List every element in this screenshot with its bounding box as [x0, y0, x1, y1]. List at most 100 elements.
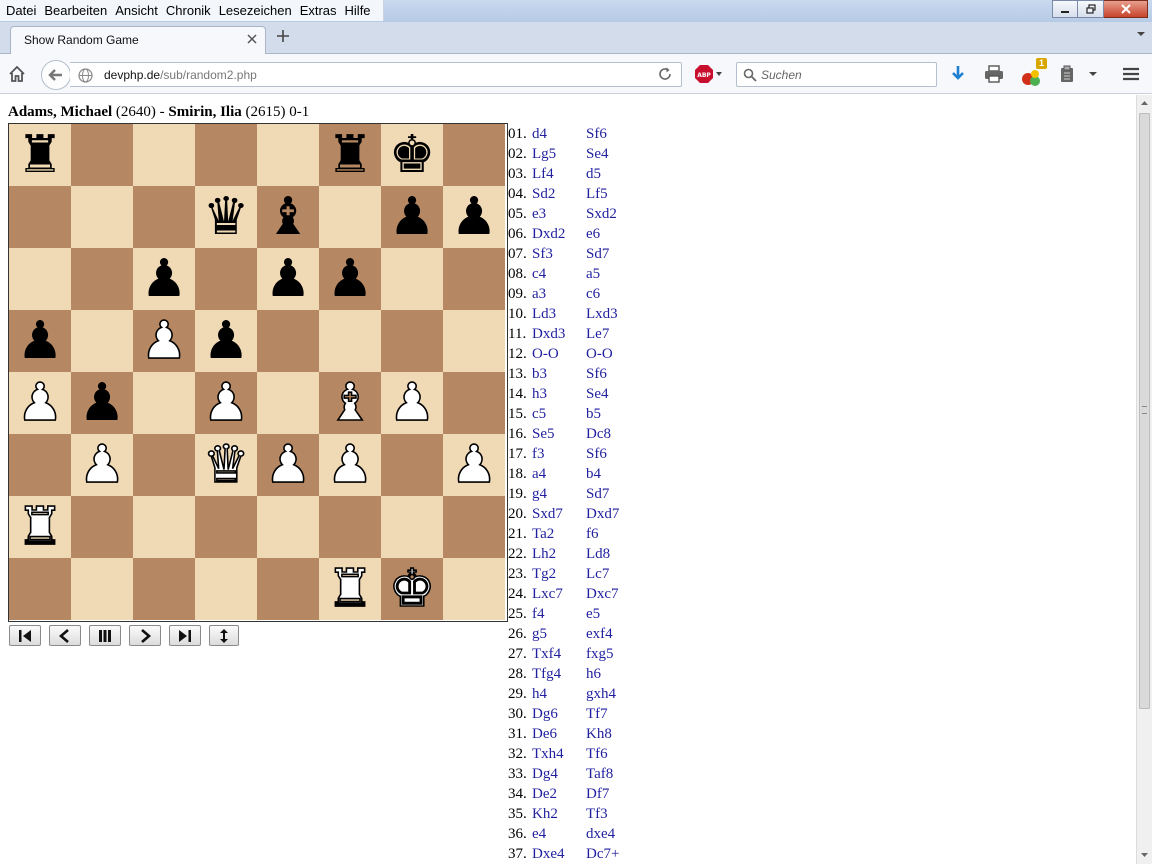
menu-chronik[interactable]: Chronik — [164, 1, 217, 21]
white-move-link[interactable]: g4 — [532, 484, 547, 504]
download-icon[interactable] — [947, 63, 969, 85]
white-move-link[interactable]: Sd2 — [532, 184, 555, 204]
scroll-thumb[interactable] — [1139, 113, 1150, 709]
black-move-link[interactable]: Sxd2 — [586, 204, 617, 224]
black-move-link[interactable]: b4 — [586, 464, 601, 484]
previous-move-button[interactable] — [49, 625, 81, 646]
white-move-link[interactable]: Dxd2 — [532, 224, 565, 244]
white-move-link[interactable]: Txf4 — [532, 644, 561, 664]
white-move-link[interactable]: e3 — [532, 204, 546, 224]
black-move-link[interactable]: Dc7+ — [586, 844, 619, 864]
white-move-link[interactable]: Lh2 — [532, 544, 556, 564]
white-move-link[interactable]: c4 — [532, 264, 546, 284]
white-move-link[interactable]: a4 — [532, 464, 546, 484]
black-move-link[interactable]: exf4 — [586, 624, 613, 644]
white-move-link[interactable]: a3 — [532, 284, 546, 304]
menu-datei[interactable]: Datei — [4, 1, 42, 21]
home-icon[interactable] — [6, 63, 28, 85]
black-move-link[interactable]: Kh8 — [586, 724, 612, 744]
white-move-link[interactable]: Se5 — [532, 424, 555, 444]
menu-extras[interactable]: Extras — [298, 1, 343, 21]
white-move-link[interactable]: Sf3 — [532, 244, 553, 264]
black-move-link[interactable]: Lf5 — [586, 184, 608, 204]
black-move-link[interactable]: e5 — [586, 604, 600, 624]
black-move-link[interactable]: Sf6 — [586, 124, 607, 144]
next-move-button[interactable] — [129, 625, 161, 646]
adblock-plus-icon[interactable]: ABP — [694, 63, 724, 85]
scroll-down-icon[interactable] — [1140, 851, 1149, 860]
black-move-link[interactable]: b5 — [586, 404, 601, 424]
tab-show-random-game[interactable]: Show Random Game — [10, 26, 266, 54]
black-move-link[interactable]: Sf6 — [586, 364, 607, 384]
black-move-link[interactable]: O-O — [586, 344, 613, 364]
back-arrow-icon[interactable] — [41, 60, 71, 90]
white-move-link[interactable]: De6 — [532, 724, 557, 744]
minimize-button[interactable] — [1052, 0, 1078, 18]
white-move-link[interactable]: Tfg4 — [532, 664, 561, 684]
black-move-link[interactable]: Tf6 — [586, 744, 608, 764]
hamburger-menu-icon[interactable] — [1120, 63, 1142, 85]
white-move-link[interactable]: Ld3 — [532, 304, 556, 324]
black-move-link[interactable]: Lc7 — [586, 564, 609, 584]
white-move-link[interactable]: O-O — [532, 344, 559, 364]
black-move-link[interactable]: Sd7 — [586, 484, 609, 504]
white-move-link[interactable]: Lg5 — [532, 144, 556, 164]
first-move-button[interactable] — [9, 625, 41, 646]
black-move-link[interactable]: c6 — [586, 284, 600, 304]
restore-button[interactable] — [1078, 0, 1104, 18]
white-move-link[interactable]: g5 — [532, 624, 547, 644]
menu-ansicht[interactable]: Ansicht — [113, 1, 164, 21]
last-move-button[interactable] — [169, 625, 201, 646]
black-move-link[interactable]: Taf8 — [586, 764, 613, 784]
black-move-link[interactable]: dxe4 — [586, 824, 615, 844]
black-move-link[interactable]: Le7 — [586, 324, 609, 344]
black-move-link[interactable]: Sd7 — [586, 244, 609, 264]
search-bar[interactable] — [736, 62, 937, 87]
black-move-link[interactable]: Tf3 — [586, 804, 608, 824]
menu-bearbeiten[interactable]: Bearbeiten — [42, 1, 113, 21]
black-move-link[interactable]: d5 — [586, 164, 601, 184]
white-move-link[interactable]: Txh4 — [532, 744, 564, 764]
white-move-link[interactable]: c5 — [532, 404, 546, 424]
white-move-link[interactable]: f4 — [532, 604, 545, 624]
black-move-link[interactable]: Sf6 — [586, 444, 607, 464]
white-move-link[interactable]: Tg2 — [532, 564, 556, 584]
print-icon[interactable] — [983, 63, 1005, 85]
black-move-link[interactable]: Tf7 — [586, 704, 608, 724]
white-move-link[interactable]: e4 — [532, 824, 546, 844]
flip-board-button[interactable] — [209, 625, 239, 646]
tab-close-icon[interactable] — [247, 31, 257, 47]
addon-puzzle-icon[interactable]: 1 — [1018, 58, 1047, 87]
black-move-link[interactable]: Dxd7 — [586, 504, 619, 524]
black-move-link[interactable]: h6 — [586, 664, 601, 684]
black-move-link[interactable]: e6 — [586, 224, 600, 244]
black-move-link[interactable]: Lxd3 — [586, 304, 618, 324]
search-input[interactable] — [761, 66, 931, 84]
black-move-link[interactable]: Se4 — [586, 384, 609, 404]
white-move-link[interactable]: Dxd3 — [532, 324, 565, 344]
white-move-link[interactable]: Ta2 — [532, 524, 554, 544]
url-bar[interactable]: devphp.de/sub/random2.php — [70, 62, 682, 87]
white-move-link[interactable]: b3 — [532, 364, 547, 384]
white-move-link[interactable]: Dg4 — [532, 764, 558, 784]
white-move-link[interactable]: Dg6 — [532, 704, 558, 724]
white-move-link[interactable]: h4 — [532, 684, 547, 704]
scroll-up-icon[interactable] — [1140, 99, 1149, 108]
black-move-link[interactable]: a5 — [586, 264, 600, 284]
black-move-link[interactable]: Df7 — [586, 784, 609, 804]
chevron-down-icon[interactable] — [1086, 63, 1100, 85]
clipboard-icon[interactable] — [1056, 63, 1078, 85]
pause-button[interactable] — [89, 625, 121, 646]
white-move-link[interactable]: Kh2 — [532, 804, 558, 824]
tab-list-icon[interactable] — [1136, 30, 1146, 41]
white-move-link[interactable]: f3 — [532, 444, 545, 464]
white-move-link[interactable]: Sxd7 — [532, 504, 563, 524]
white-move-link[interactable]: h3 — [532, 384, 547, 404]
black-move-link[interactable]: fxg5 — [586, 644, 614, 664]
close-button[interactable] — [1104, 0, 1148, 18]
white-move-link[interactable]: Lf4 — [532, 164, 554, 184]
menu-lesezeichen[interactable]: Lesezeichen — [217, 1, 298, 21]
white-move-link[interactable]: d4 — [532, 124, 547, 144]
page-scrollbar[interactable] — [1136, 95, 1152, 864]
black-move-link[interactable]: Dxc7 — [586, 584, 619, 604]
